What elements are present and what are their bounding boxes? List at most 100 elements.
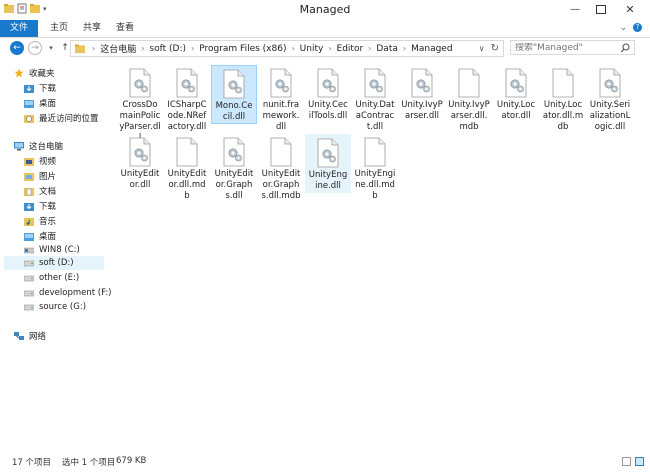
ribbon-tabs: 文件 主页 共享 查看 ⌄ ?: [0, 20, 650, 38]
recent-locations-button[interactable]: ▾: [44, 41, 58, 55]
breadcrumb-separator-icon[interactable]: ›: [92, 44, 95, 53]
folder-icon: [75, 44, 85, 53]
minimize-icon: —: [570, 3, 580, 15]
file-item[interactable]: UnityEngine.dll.mdb: [352, 134, 398, 202]
tab-view[interactable]: 查看: [106, 20, 144, 37]
breadcrumb-unity[interactable]: Unity: [300, 44, 324, 54]
blank-file-icon: [176, 137, 198, 167]
pictures-folder-icon: [24, 173, 34, 181]
sidebar-item-label: 桌面: [39, 99, 57, 109]
address-history-chevron-icon[interactable]: ∨: [479, 44, 485, 53]
dll-file-icon: [411, 68, 433, 98]
sidebar-item-label: 下载: [39, 202, 57, 212]
breadcrumb-editor[interactable]: Editor: [337, 44, 364, 54]
search-box[interactable]: [510, 40, 635, 55]
breadcrumb-separator-icon[interactable]: ›: [291, 44, 294, 53]
breadcrumb-separator-icon[interactable]: ›: [368, 44, 371, 53]
file-item[interactable]: Unity.CecilTools.dll: [305, 65, 351, 122]
dll-file-icon: [317, 68, 339, 98]
file-name: Unity.IvyParser.dll.mdb: [448, 100, 490, 132]
breadcrumb-separator-icon[interactable]: ›: [403, 44, 406, 53]
file-item[interactable]: Unity.IvyParser.dll.mdb: [446, 65, 492, 133]
file-name: UnityEditor.dll.mdb: [167, 169, 207, 201]
sidebar-item-this-pc[interactable]: 这台电脑: [14, 139, 118, 153]
dll-file-icon: [223, 137, 245, 167]
close-button[interactable]: ✕: [614, 0, 646, 18]
sidebar-item-favorites[interactable]: 收藏夹: [14, 66, 118, 80]
file-name: Unity.CecilTools.dll: [308, 100, 348, 121]
dll-file-icon: [129, 68, 151, 98]
windows-drive-icon: [24, 247, 34, 254]
file-item[interactable]: UnityEngine.dll: [305, 134, 351, 193]
file-item[interactable]: nunit.framework.dll: [258, 65, 304, 133]
blank-file-icon: [270, 137, 292, 167]
breadcrumb-separator-icon[interactable]: ›: [328, 44, 331, 53]
close-icon: ✕: [625, 2, 635, 16]
details-view-button[interactable]: [622, 457, 631, 466]
breadcrumb-separator-icon[interactable]: ›: [141, 44, 144, 53]
breadcrumb-program-files[interactable]: Program Files (x86): [199, 44, 286, 54]
file-name: UnityEngine.dll: [308, 170, 348, 191]
breadcrumb-this-pc[interactable]: 这台电脑: [100, 42, 136, 55]
address-bar[interactable]: › 这台电脑 › soft (D:) › Program Files (x86)…: [70, 40, 504, 57]
sidebar-item-label: 收藏夹: [29, 69, 55, 79]
file-name: Unity.Locator.dll.mdb: [542, 100, 584, 132]
blank-file-icon: [552, 68, 574, 98]
breadcrumb-soft-drive[interactable]: soft (D:): [149, 44, 186, 54]
music-folder-icon: [24, 218, 34, 226]
refresh-icon[interactable]: ↻: [491, 43, 499, 54]
title-bar: ▾ Managed — ✕: [0, 0, 650, 20]
sidebar-item-network[interactable]: 网络: [14, 329, 118, 343]
file-item[interactable]: Mono.Cecil.dll: [211, 65, 257, 124]
sidebar-item-label: 音乐: [39, 217, 57, 227]
file-item[interactable]: Unity.DataContract.dll: [352, 65, 398, 133]
download-folder-icon: [24, 203, 34, 211]
file-item[interactable]: UnityEditor.dll: [117, 134, 163, 191]
search-input[interactable]: [515, 42, 619, 53]
dll-file-icon: [223, 69, 245, 99]
expand-ribbon-icon[interactable]: ⌄: [619, 23, 627, 33]
maximize-button[interactable]: [588, 0, 614, 18]
status-bar: 17 个项目 选中 1 个项目 679 KB: [0, 451, 650, 473]
back-button[interactable]: ←: [10, 41, 24, 55]
dll-file-icon: [317, 138, 339, 168]
breadcrumb-separator-icon[interactable]: ›: [191, 44, 194, 53]
selection-count: 选中 1 个项目: [62, 458, 116, 468]
file-item[interactable]: UnityEditor.Graphs.dll: [211, 134, 257, 202]
file-item[interactable]: Unity.IvyParser.dll: [399, 65, 445, 122]
breadcrumb-data[interactable]: Data: [376, 44, 398, 54]
breadcrumb-managed[interactable]: Managed: [411, 44, 452, 54]
file-item[interactable]: ICSharpCode.NRefactory.dll: [164, 65, 210, 133]
file-name: Unity.IvyParser.dll: [401, 100, 443, 121]
file-name: ICSharpCode.NRefactory.dll: [167, 100, 207, 132]
file-item[interactable]: UnityEditor.Graphs.dll.mdb: [258, 134, 304, 202]
desktop-folder-icon: [24, 100, 34, 108]
window-title: Managed: [299, 3, 351, 16]
help-icon[interactable]: ?: [633, 23, 642, 32]
arrow-right-icon: →: [31, 43, 39, 53]
recent-places-icon: [24, 115, 34, 123]
sidebar-item-label: 视频: [39, 157, 57, 167]
tab-file[interactable]: 文件: [0, 20, 38, 37]
sidebar-item-label: 桌面: [39, 232, 57, 242]
selection-size: 679 KB: [116, 456, 147, 466]
sidebar-item-label: 下载: [39, 84, 57, 94]
blank-file-icon: [364, 137, 386, 167]
sidebar-item-drive-d[interactable]: soft (D:): [4, 256, 104, 270]
file-item[interactable]: Unity.Locator.dll: [493, 65, 539, 122]
minimize-button[interactable]: —: [562, 0, 588, 18]
dll-file-icon: [176, 68, 198, 98]
file-item[interactable]: Unity.Locator.dll.mdb: [540, 65, 586, 133]
file-item[interactable]: UnityEditor.dll.mdb: [164, 134, 210, 202]
large-icons-view-button[interactable]: [635, 457, 644, 466]
file-name: UnityEngine.dll.mdb: [354, 169, 396, 201]
file-item[interactable]: Unity.SerializationLogic.dll: [587, 65, 633, 133]
file-list-view[interactable]: CrossDomainPolicyParser.dllICSharpCode.N…: [106, 59, 650, 451]
network-icon: [14, 332, 24, 340]
sidebar-item-label: 这台电脑: [29, 142, 64, 152]
file-item[interactable]: CrossDomainPolicyParser.dll: [117, 65, 163, 144]
forward-button[interactable]: →: [28, 41, 42, 55]
search-icon[interactable]: [621, 43, 630, 56]
file-name: Unity.Locator.dll: [496, 100, 536, 121]
navigation-bar: ← → ▾ ↑ › 这台电脑 › soft (D:) › Program Fil…: [0, 38, 650, 58]
